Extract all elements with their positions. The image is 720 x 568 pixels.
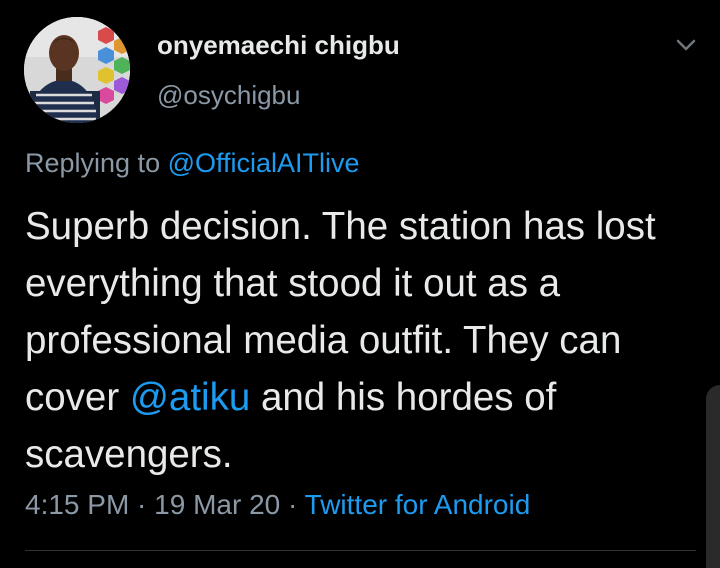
tweet-date[interactable]: 19 Mar 20	[154, 489, 280, 520]
meta-separator: ·	[129, 489, 155, 520]
tweet-meta: 4:15 PM · 19 Mar 20 · Twitter for Androi…	[25, 489, 530, 521]
replying-to-label: Replying to	[25, 148, 168, 178]
chevron-down-icon	[676, 39, 696, 51]
mention-link-atiku[interactable]: @atiku	[130, 376, 250, 419]
more-menu-button[interactable]	[672, 36, 700, 56]
meta-separator: ·	[280, 489, 305, 520]
divider	[25, 550, 696, 551]
tweet-card: onyemaechi chigbu @osychigbu Replying to…	[0, 0, 720, 568]
avatar-photo	[24, 17, 130, 123]
author-display-name[interactable]: onyemaechi chigbu	[157, 30, 400, 61]
author-handle[interactable]: @osychigbu	[157, 80, 300, 111]
tweet-text: Superb decision. The station has lost ev…	[25, 198, 715, 483]
scrollbar[interactable]	[706, 385, 720, 568]
avatar[interactable]	[24, 17, 130, 123]
tweet-source-link[interactable]: Twitter for Android	[305, 489, 531, 520]
replying-to: Replying to @OfficialAITlive	[25, 148, 360, 179]
replying-to-mention-link[interactable]: @OfficialAITlive	[168, 148, 360, 178]
tweet-time[interactable]: 4:15 PM	[25, 489, 129, 520]
